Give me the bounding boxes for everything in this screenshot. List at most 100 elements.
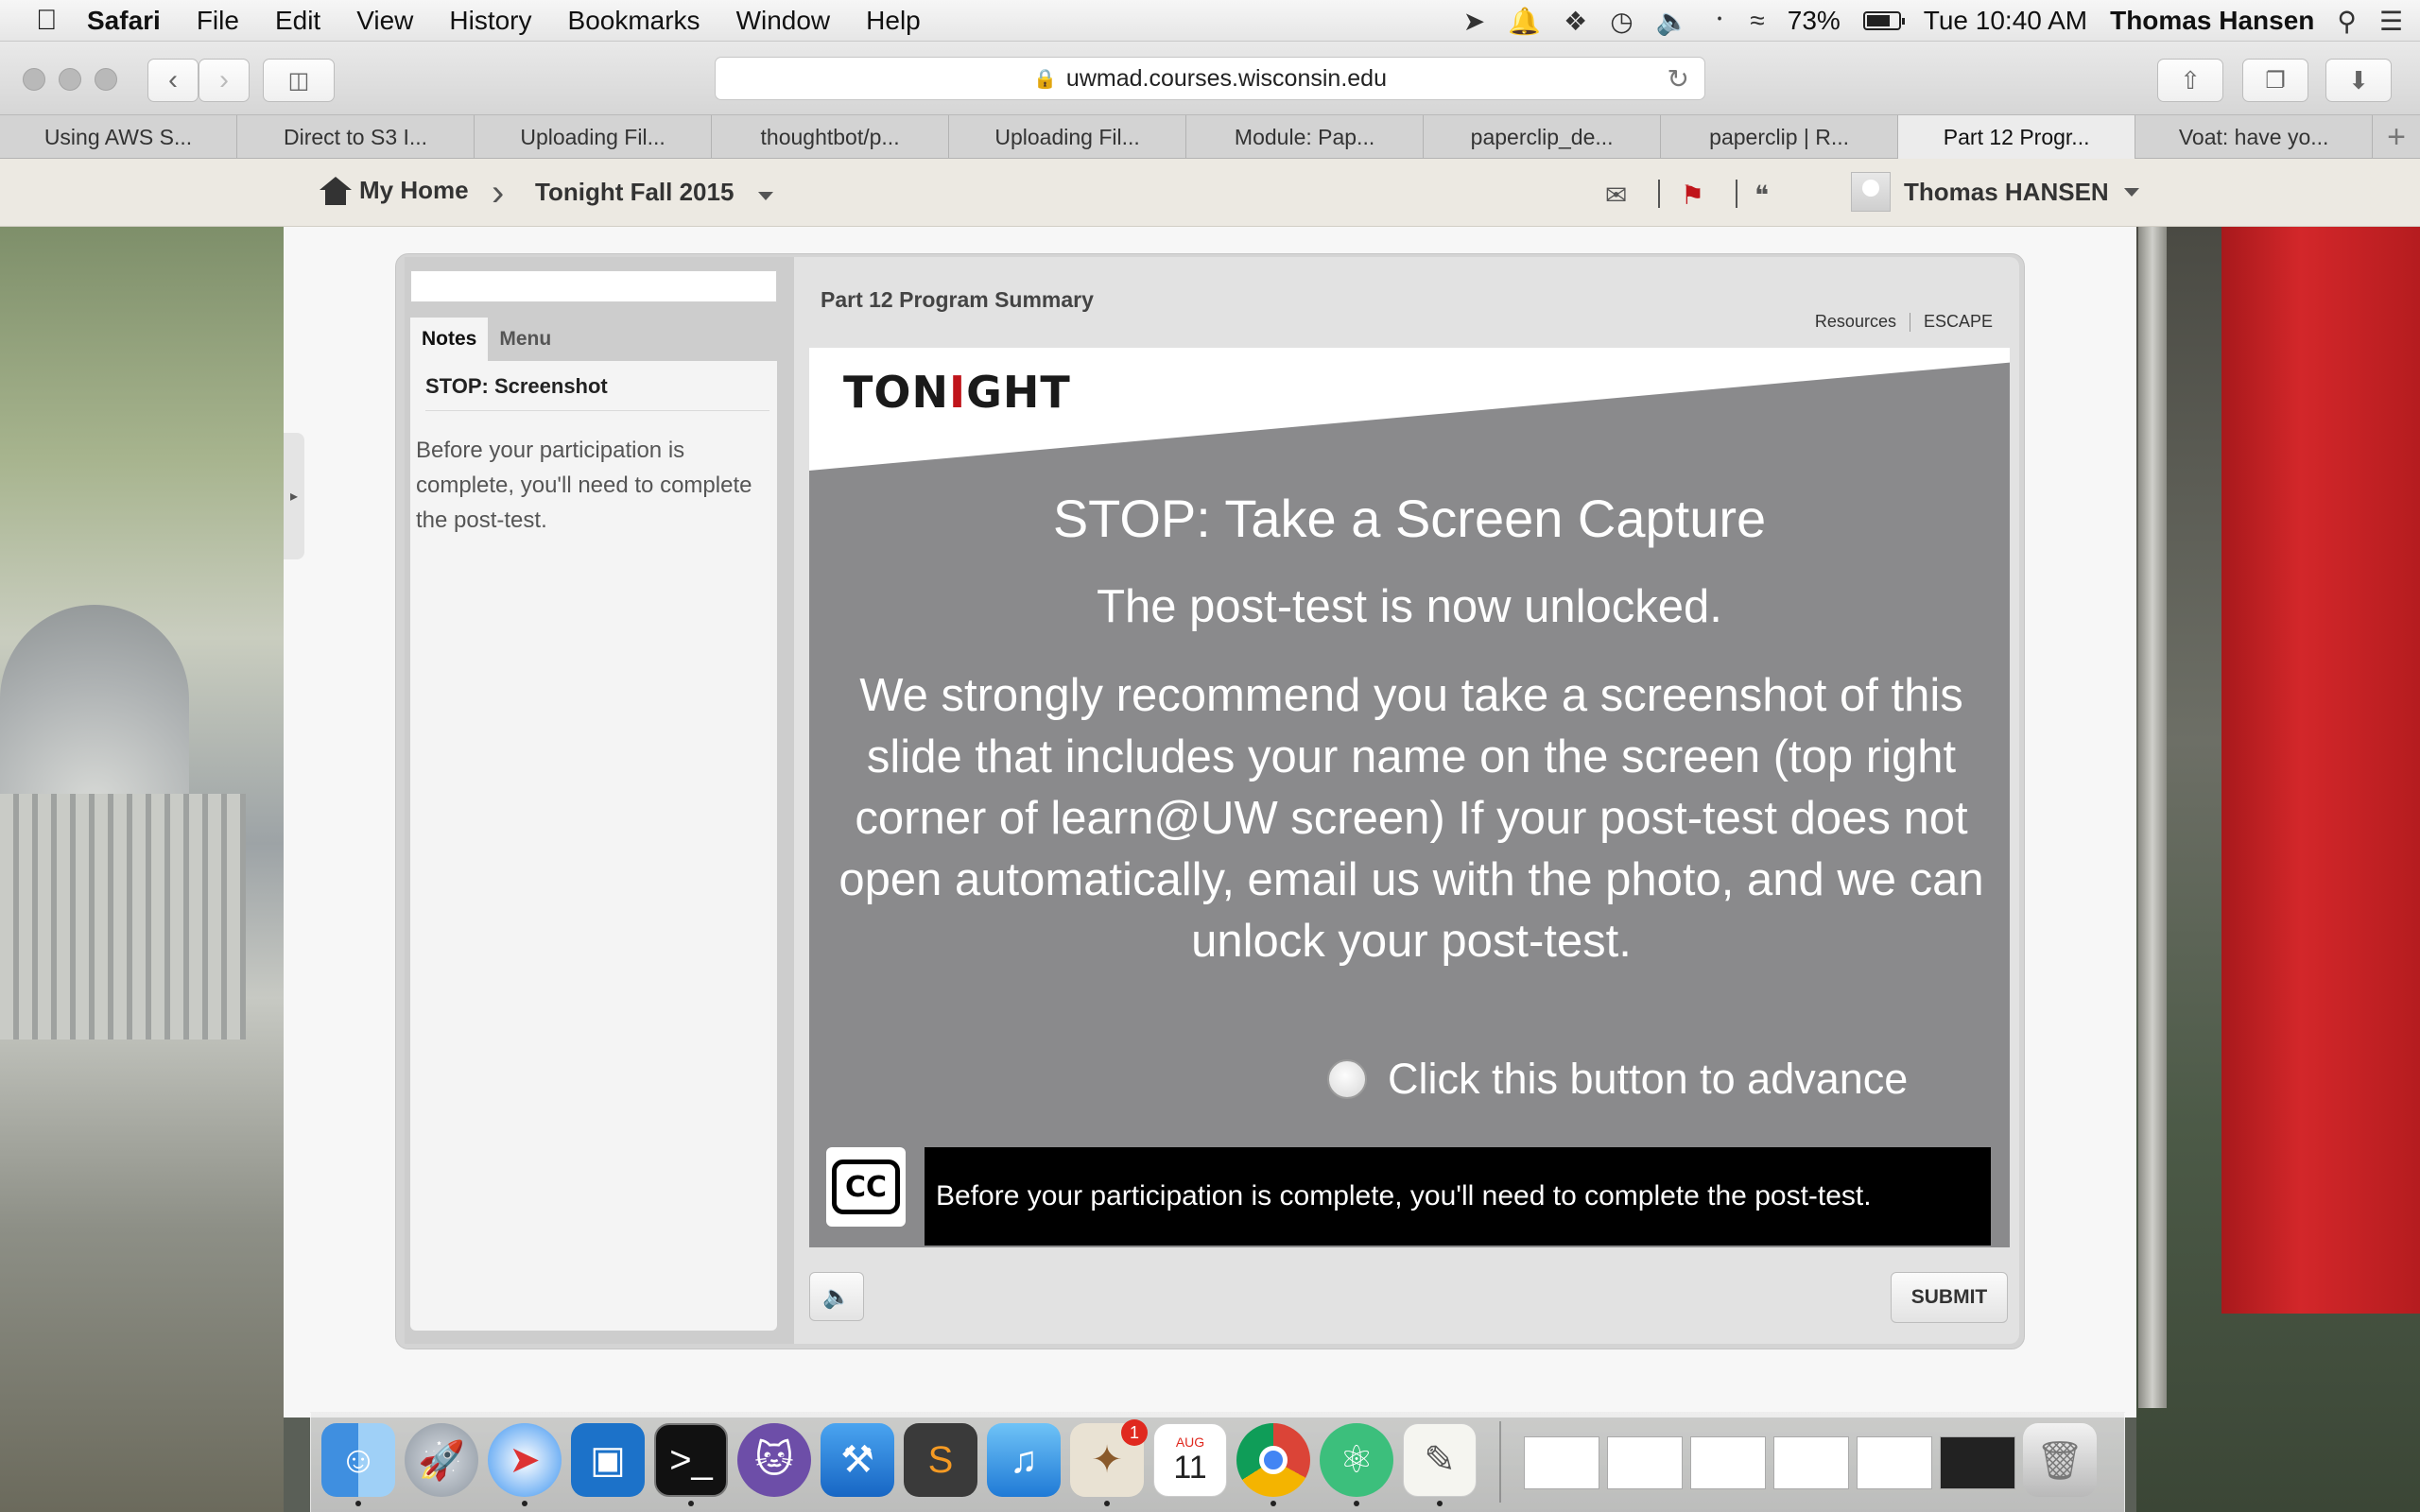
menu-app-name[interactable]: Safari bbox=[87, 6, 161, 36]
wifi-icon[interactable]: ≈ bbox=[1750, 6, 1764, 36]
menu-view[interactable]: View bbox=[356, 6, 413, 36]
sidebar-icon: ◫ bbox=[287, 67, 310, 94]
escape-link[interactable]: ESCAPE bbox=[1924, 312, 1993, 332]
github-icon[interactable]: 🐱 bbox=[737, 1423, 811, 1497]
tab-2[interactable]: Uploading Fil... bbox=[475, 115, 713, 159]
capitol-building-image bbox=[0, 794, 246, 1040]
sidebar-search-input[interactable] bbox=[410, 270, 777, 302]
sourcetree-icon[interactable]: ▣ bbox=[571, 1423, 645, 1497]
alerts-icon[interactable]: ⚑ bbox=[1681, 180, 1704, 211]
launchpad-icon[interactable]: 🚀 bbox=[405, 1423, 478, 1497]
tab-4[interactable]: Uploading Fil... bbox=[949, 115, 1187, 159]
dropbox-icon[interactable]: ❖ bbox=[1564, 6, 1587, 37]
minimized-window-thumbnail[interactable] bbox=[1607, 1436, 1683, 1489]
sidebar-tabs: Notes Menu bbox=[410, 318, 562, 361]
volume-icon[interactable]: 🔈 bbox=[1656, 6, 1689, 37]
menu-clock[interactable]: Tue 10:40 AM bbox=[1924, 6, 2087, 36]
advance-label: Click this button to advance bbox=[1388, 1055, 1909, 1103]
mail-badge: 1 bbox=[1121, 1419, 1148, 1446]
minimized-window-thumbnail[interactable] bbox=[1940, 1436, 2015, 1489]
caret-down-icon bbox=[757, 192, 773, 200]
terminal-icon[interactable]: >_ bbox=[654, 1423, 728, 1497]
menu-history[interactable]: History bbox=[449, 6, 531, 36]
reload-icon[interactable]: ↻ bbox=[1668, 63, 1689, 94]
panel-expand-handle[interactable]: ▸ bbox=[284, 433, 304, 559]
chrome-icon[interactable] bbox=[1236, 1423, 1310, 1497]
tab-notes[interactable]: Notes bbox=[410, 318, 489, 361]
app-store-icon[interactable]: ♫ bbox=[987, 1423, 1061, 1497]
menu-user-name[interactable]: Thomas Hansen bbox=[2110, 6, 2314, 36]
minimized-window-thumbnail[interactable] bbox=[1524, 1436, 1599, 1489]
window-zoom-button[interactable] bbox=[95, 68, 117, 91]
tab-9[interactable]: Voat: have yo... bbox=[2135, 115, 2374, 159]
user-menu[interactable]: Thomas HANSEN bbox=[1851, 172, 2139, 212]
battery-percent[interactable]: 73% bbox=[1788, 6, 1841, 36]
notification-center-icon[interactable]: ☰ bbox=[2379, 6, 2403, 37]
slide-body-text: We strongly recommend you take a screens… bbox=[838, 670, 1984, 967]
notification-bell-icon[interactable]: 🔔 bbox=[1508, 6, 1541, 37]
tab-menu[interactable]: Menu bbox=[488, 318, 562, 361]
apple-menu-icon[interactable]:  bbox=[36, 5, 87, 37]
window-close-button[interactable] bbox=[23, 68, 45, 91]
forward-button[interactable]: › bbox=[199, 59, 250, 102]
menu-bookmarks[interactable]: Bookmarks bbox=[568, 6, 700, 36]
battery-icon[interactable] bbox=[1862, 11, 1905, 30]
minimized-window-thumbnail[interactable] bbox=[1857, 1436, 1932, 1489]
share-icon: ⇧ bbox=[2180, 65, 2201, 94]
sidebar-toggle-button[interactable]: ◫ bbox=[263, 59, 335, 102]
finder-icon[interactable]: ☺ bbox=[321, 1423, 395, 1497]
chat-bubbles-icon[interactable]: ❝ bbox=[1754, 180, 1769, 211]
textedit-icon[interactable]: ✎ bbox=[1403, 1423, 1477, 1497]
tab-3[interactable]: thoughtbot/p... bbox=[712, 115, 950, 159]
my-home-link[interactable]: My Home bbox=[320, 176, 469, 205]
menu-window[interactable]: Window bbox=[736, 6, 831, 36]
submit-button[interactable]: SUBMIT bbox=[1891, 1272, 2008, 1323]
tab-0[interactable]: Using AWS S... bbox=[0, 115, 238, 159]
share-button[interactable]: ⇧ bbox=[2157, 59, 2223, 102]
menu-edit[interactable]: Edit bbox=[275, 6, 320, 36]
minimized-window-thumbnail[interactable] bbox=[1690, 1436, 1766, 1489]
running-indicator bbox=[355, 1501, 361, 1506]
bluetooth-icon[interactable]: ᛫ bbox=[1712, 6, 1728, 36]
trash-icon[interactable]: 🗑 bbox=[2023, 1423, 2097, 1497]
closed-captions-button[interactable]: CC bbox=[826, 1147, 906, 1227]
address-bar[interactable]: 🔒 uwmad.courses.wisconsin.edu ↻ bbox=[715, 57, 1705, 100]
caption-bar: Before your participation is complete, y… bbox=[925, 1147, 1991, 1246]
slide-canvas: TONIGHT STOP: Take a Screen Capture The … bbox=[809, 348, 2010, 1247]
window-minimize-button[interactable] bbox=[59, 68, 81, 91]
resources-link[interactable]: Resources bbox=[1815, 312, 1896, 332]
nav-divider bbox=[1658, 180, 1660, 208]
tab-7[interactable]: paperclip | R... bbox=[1661, 115, 1899, 159]
minimized-window-thumbnail[interactable] bbox=[1773, 1436, 1849, 1489]
calendar-icon[interactable]: AUG 11 bbox=[1153, 1423, 1227, 1497]
spotlight-search-icon[interactable]: ⚲ bbox=[2337, 6, 2357, 37]
back-button[interactable]: ‹ bbox=[147, 59, 199, 102]
volume-button[interactable]: 🔈 bbox=[809, 1272, 864, 1321]
safari-icon[interactable]: ➤ bbox=[488, 1423, 562, 1497]
new-tab-button[interactable]: + bbox=[2373, 115, 2420, 159]
menu-help[interactable]: Help bbox=[866, 6, 921, 36]
caret-down-icon bbox=[2123, 187, 2139, 197]
calendar-day: 11 bbox=[1173, 1449, 1207, 1486]
tab-1[interactable]: Direct to S3 I... bbox=[237, 115, 475, 159]
chevron-right-icon: ▸ bbox=[289, 489, 299, 505]
chevron-right-icon: › bbox=[219, 64, 229, 95]
show-tabs-button[interactable]: ❐ bbox=[2242, 59, 2308, 102]
course-selector[interactable]: Tonight Fall 2015 bbox=[535, 178, 773, 207]
downloads-button[interactable]: ⬇ bbox=[2325, 59, 2392, 102]
sublime-text-icon[interactable]: S bbox=[904, 1423, 977, 1497]
tab-6[interactable]: paperclip_de... bbox=[1424, 115, 1662, 159]
mail-icon[interactable]: ✉ bbox=[1605, 180, 1627, 211]
location-icon[interactable]: ➤ bbox=[1463, 6, 1485, 37]
advance-radio-button[interactable] bbox=[1327, 1059, 1367, 1099]
browser-toolbar: ‹ › ◫ 🔒 uwmad.courses.wisconsin.edu ↻ ⇧ … bbox=[0, 42, 2420, 115]
advance-option[interactable]: Click this button to advance bbox=[1327, 1055, 1908, 1104]
red-banner-image bbox=[2221, 227, 2420, 1314]
tab-active[interactable]: Part 12 Progr... bbox=[1898, 115, 2136, 159]
xcode-icon[interactable]: ⚒ bbox=[821, 1423, 894, 1497]
atom-icon[interactable]: ⚛ bbox=[1320, 1423, 1393, 1497]
time-machine-icon[interactable]: ◷ bbox=[1610, 6, 1633, 37]
menu-file[interactable]: File bbox=[197, 6, 239, 36]
player-top-links: Resources ESCAPE bbox=[1815, 312, 1993, 332]
tab-5[interactable]: Module: Pap... bbox=[1186, 115, 1425, 159]
